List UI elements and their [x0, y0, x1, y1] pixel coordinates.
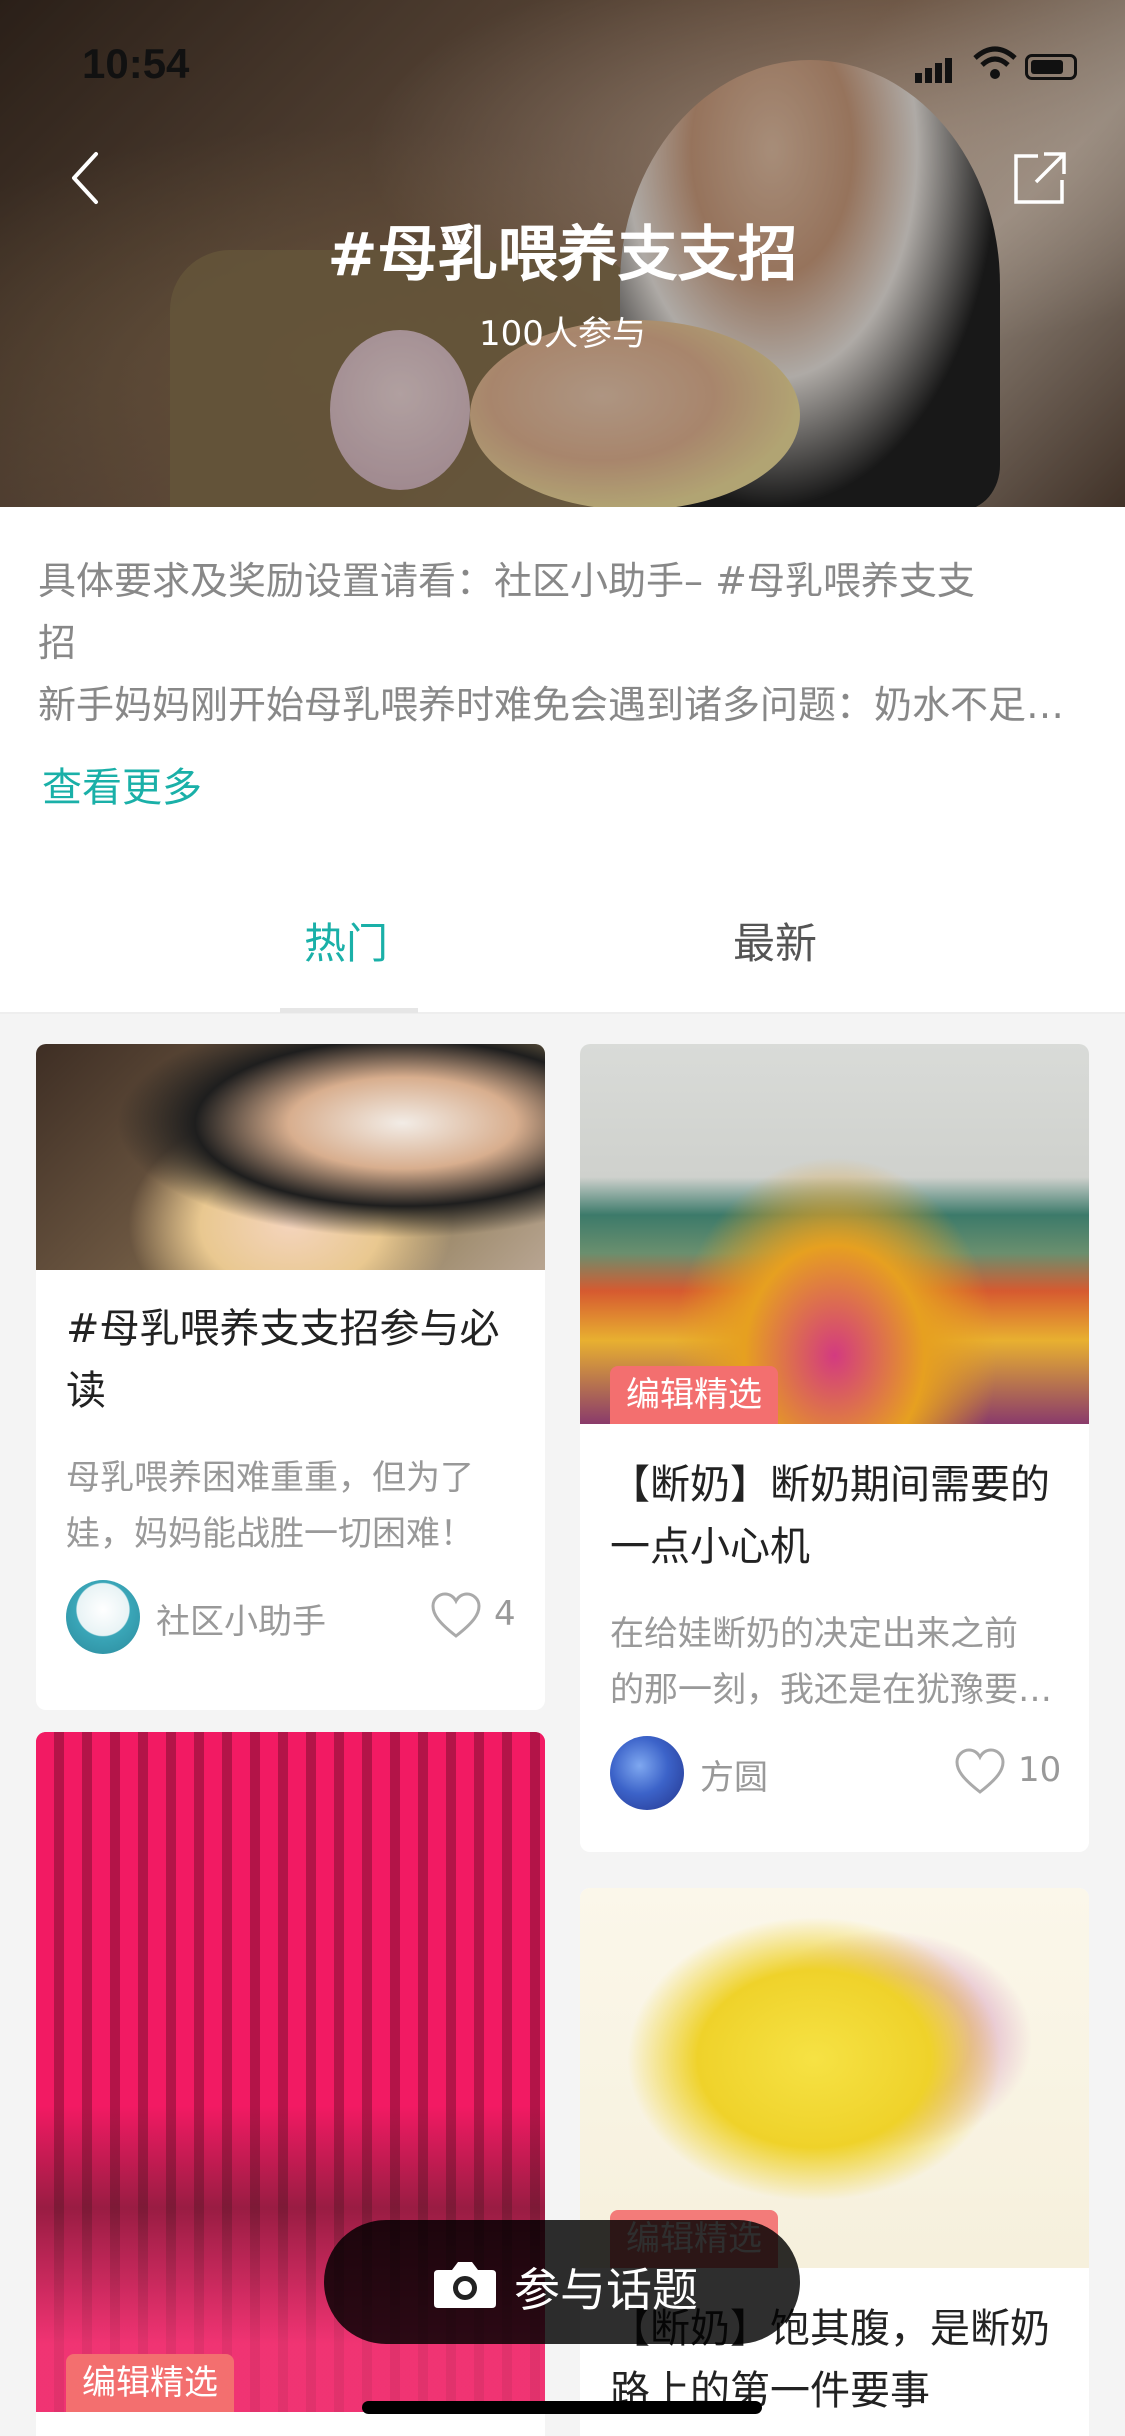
share-icon[interactable]	[1010, 148, 1070, 208]
author-name[interactable]: 方圆	[700, 1750, 768, 1799]
heart-icon[interactable]	[430, 1592, 482, 1640]
see-more-link[interactable]: 查看更多	[42, 755, 202, 813]
post-summary-line: 娃，妈妈能战胜一切困难！	[66, 1514, 474, 1554]
topic-description: 具体要求及奖励设置请看：社区小助手– #母乳喂养支支 招 新手妈妈刚开始母乳喂养…	[38, 550, 1088, 736]
post-summary: 在给娃断奶的决定出来之前 的那一刻，我还是在犹豫要不要给娃断奶…	[610, 1606, 1060, 1718]
status-time: 10:54	[82, 40, 190, 87]
author-name[interactable]: 社区小助手	[156, 1594, 326, 1643]
editor-pick-badge: 编辑精选	[610, 1366, 778, 1424]
post-title: #母乳喂养支支招参与必读	[66, 1306, 500, 1414]
participant-count: 100人参与	[479, 314, 646, 354]
tab-hot[interactable]: 热门	[304, 910, 388, 971]
topic-cover: 10:54 #母乳喂养支支招 100人参与	[0, 0, 1125, 507]
like-count: 4	[494, 1594, 516, 1634]
post-image	[36, 1044, 545, 1270]
tab-latest[interactable]: 最新	[733, 910, 817, 971]
like-count: 10	[1018, 1750, 1062, 1790]
camera-icon	[434, 2262, 496, 2308]
avatar[interactable]	[66, 1580, 140, 1654]
feed-tabs: 热门 最新	[0, 880, 1125, 1014]
description-line: 具体要求及奖励设置请看：社区小助手– #母乳喂养支支	[38, 559, 975, 603]
post-title: 【断奶】断奶期间需要的一点小心机	[610, 1462, 1050, 1570]
wifi-icon	[973, 46, 1017, 79]
description-line: 招	[38, 621, 77, 665]
back-icon[interactable]	[62, 148, 112, 208]
topic-title: #母乳喂养支支招	[327, 220, 798, 290]
join-topic-button[interactable]: 参与话题	[324, 2220, 800, 2344]
cellular-signal-icon	[915, 58, 955, 83]
editor-pick-badge: 编辑精选	[66, 2354, 234, 2412]
status-bar: 10:54	[0, 40, 1125, 100]
post-summary: 母乳喂养困难重重，但为了 娃，妈妈能战胜一切困难！	[66, 1450, 516, 1562]
avatar[interactable]	[610, 1736, 684, 1810]
description-line: 新手妈妈刚开始母乳喂养时难免会遇到诸多问题：奶水不足、宝宝不会吸…	[38, 683, 1078, 727]
join-topic-label: 参与话题	[514, 2263, 698, 2317]
post-summary-line: 在给娃断奶的决定出来之前	[610, 1614, 1018, 1654]
home-indicator[interactable]	[362, 2401, 762, 2414]
post-card[interactable]: #母乳喂养支支招参与必读 母乳喂养困难重重，但为了 娃，妈妈能战胜一切困难！ 社…	[36, 1044, 545, 1710]
post-summary-line: 的那一刻，我还是在犹豫要不要给娃断奶…	[610, 1670, 1060, 1710]
post-summary-line: 母乳喂养困难重重，但为了	[66, 1458, 474, 1498]
heart-icon[interactable]	[954, 1748, 1006, 1796]
battery-icon	[1025, 54, 1077, 80]
tab-active-indicator	[280, 1008, 418, 1013]
post-card[interactable]: 编辑精选 【断奶】断奶期间需要的一点小心机 在给娃断奶的决定出来之前 的那一刻，…	[580, 1044, 1089, 1852]
post-card[interactable]: 编辑精选 【断奶】饱其腹，是断奶路上的第一件要事	[580, 1888, 1089, 2436]
